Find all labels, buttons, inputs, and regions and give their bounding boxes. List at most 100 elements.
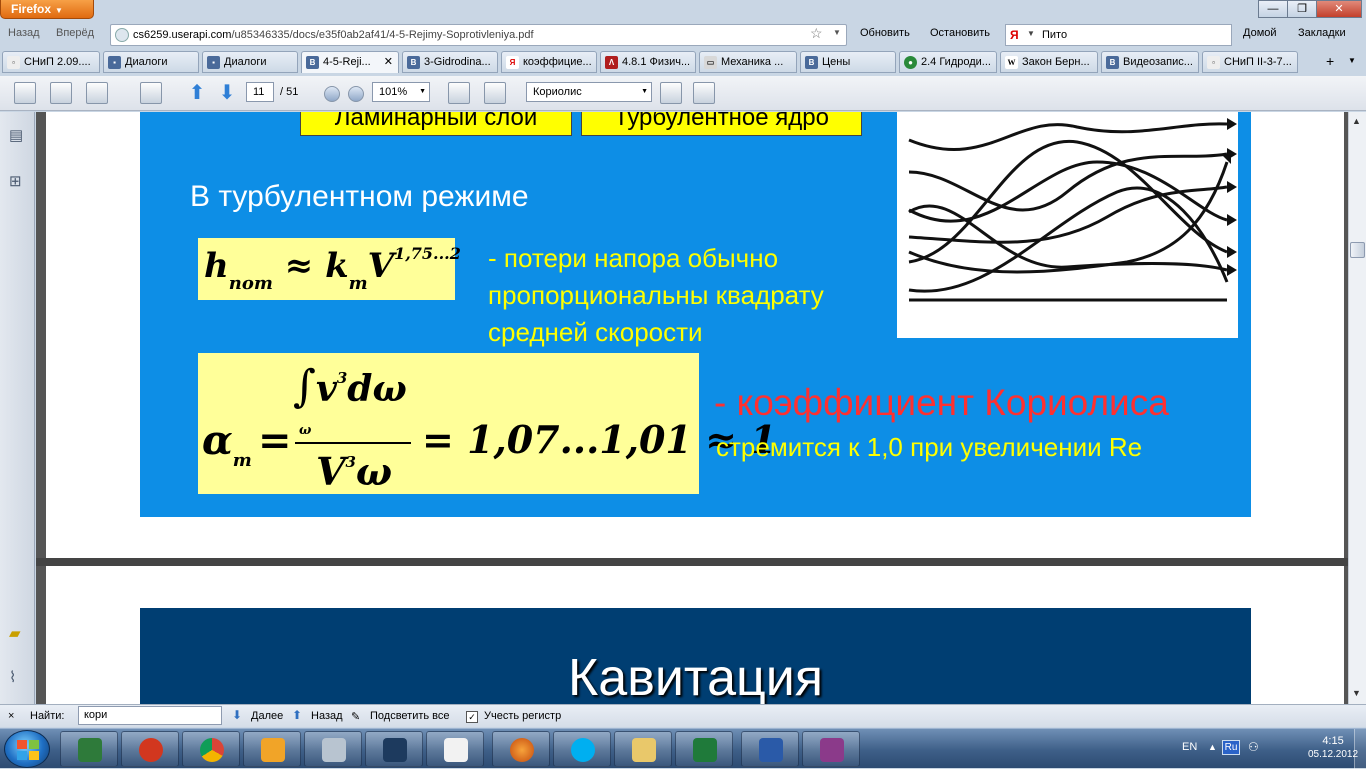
- tab-label: 4.8.1 Физич...: [622, 56, 691, 68]
- match-case-checkbox[interactable]: ✓: [466, 711, 478, 723]
- refresh-button[interactable]: Обновить: [860, 27, 910, 39]
- network-icon[interactable]: ⚇: [1248, 740, 1259, 754]
- excel-icon[interactable]: [675, 731, 733, 767]
- tab-6[interactable]: Якоэффицие...: [501, 51, 597, 73]
- bookmarks-button[interactable]: Закладки: [1298, 27, 1346, 39]
- new-tab-icon[interactable]: +: [1326, 53, 1334, 69]
- word-icon[interactable]: [741, 731, 799, 767]
- show-hidden-icons-icon[interactable]: ▲: [1208, 742, 1217, 752]
- folder-icon[interactable]: [614, 731, 672, 767]
- bookmark-star-icon[interactable]: ☆: [810, 25, 823, 42]
- tab-2[interactable]: ▪ Диалоги: [103, 51, 199, 73]
- tab-11[interactable]: W Закон Берн...: [1000, 51, 1098, 73]
- explorer-icon[interactable]: [60, 731, 118, 767]
- minimize-button[interactable]: —: [1258, 0, 1288, 18]
- clock[interactable]: 4:15 05.12.2012: [1308, 734, 1358, 762]
- tab-label: Закон Берн...: [1022, 56, 1090, 68]
- home-button[interactable]: Домой: [1243, 27, 1277, 39]
- tab-7[interactable]: Λ 4.8.1 Физич...: [600, 51, 696, 73]
- next-page-icon[interactable]: ⬇: [216, 82, 238, 104]
- numerator-domega: dω: [347, 368, 407, 410]
- tab-list-icon[interactable]: ▼: [1348, 56, 1356, 65]
- attachment-icon[interactable]: ⌇: [9, 668, 27, 688]
- language-indicator[interactable]: EN: [1182, 741, 1197, 753]
- highlighter-icon[interactable]: ✎: [351, 710, 360, 723]
- tab-4-active[interactable]: B 4-5-Reji... ✕: [301, 51, 399, 73]
- pdf-find-input[interactable]: Кориолис ▼: [526, 82, 652, 102]
- scroll-thumb[interactable]: [1350, 242, 1365, 258]
- folder-icon: ▭: [704, 56, 717, 69]
- slide-turbulent-regime: Ламинарный слой Турбулентное ядро В турб…: [140, 112, 1251, 517]
- settings-gear-icon[interactable]: [140, 82, 162, 104]
- back-button[interactable]: Назад: [8, 27, 40, 39]
- winrar-icon[interactable]: [802, 731, 860, 767]
- ccleaner-icon[interactable]: [121, 731, 179, 767]
- stop-button[interactable]: Остановить: [930, 27, 990, 39]
- arrow-down-icon[interactable]: ⬇: [232, 708, 242, 722]
- page-number-input[interactable]: 11: [246, 82, 274, 102]
- pages-icon[interactable]: ▤: [9, 126, 27, 146]
- tab-label: СНиП II-3-7...: [1224, 56, 1292, 68]
- fit-page-icon[interactable]: [484, 82, 506, 104]
- save-icon[interactable]: [50, 82, 72, 104]
- find-previous-icon[interactable]: [660, 82, 682, 104]
- find-previous-button[interactable]: Назад: [311, 710, 343, 722]
- chrome-icon[interactable]: [182, 731, 240, 767]
- comments-icon[interactable]: ▰: [9, 624, 27, 644]
- tab-12[interactable]: B Видеозапис...: [1101, 51, 1199, 73]
- tab-8[interactable]: ▭ Механика ...: [699, 51, 797, 73]
- tab-1[interactable]: ▫ СНиП 2.09....: [2, 51, 100, 73]
- previous-page-icon[interactable]: ⬆: [186, 82, 208, 104]
- slide2-title: Кавитация: [567, 649, 824, 704]
- pdf-viewport[interactable]: Ламинарный слой Турбулентное ядро В турб…: [36, 112, 1348, 704]
- highlight-all-button[interactable]: Подсветить все: [370, 710, 450, 722]
- keyboard-layout-icon[interactable]: Ru: [1222, 740, 1240, 755]
- tab-3[interactable]: ▪ Диалоги: [202, 51, 298, 73]
- find-input[interactable]: кори: [78, 706, 222, 725]
- firefox-menu-button[interactable]: Firefox ▼: [0, 0, 94, 19]
- start-button[interactable]: [4, 730, 50, 768]
- zoom-out-icon[interactable]: [324, 86, 340, 102]
- vk-icon: B: [407, 56, 420, 69]
- zoom-in-icon[interactable]: [348, 86, 364, 102]
- search-input[interactable]: Пито: [1042, 29, 1067, 41]
- arrow-up-icon[interactable]: ⬆: [292, 708, 302, 722]
- windows-taskbar: EN ▲ Ru ⚇ 4:15 05.12.2012: [0, 728, 1366, 769]
- binoculars-icon[interactable]: ⊞: [9, 172, 27, 192]
- search-engine-dropdown-icon[interactable]: ▼: [1027, 29, 1035, 38]
- calendar-icon[interactable]: [426, 731, 484, 767]
- find-next-icon[interactable]: [693, 82, 715, 104]
- tab-label: коэффицие...: [523, 56, 592, 68]
- denominator-omega: ω: [355, 449, 393, 494]
- denominator-v: V: [316, 449, 346, 494]
- skype-icon[interactable]: [553, 731, 611, 767]
- media-player-icon[interactable]: [243, 731, 301, 767]
- close-tab-icon[interactable]: ✕: [384, 55, 393, 68]
- find-next-button[interactable]: Далее: [251, 710, 283, 722]
- site-identity-icon[interactable]: [115, 28, 129, 42]
- tab-10[interactable]: ● 2.4 Гидроди...: [899, 51, 997, 73]
- calculator-icon[interactable]: [304, 731, 362, 767]
- show-desktop-button[interactable]: [1354, 729, 1366, 769]
- scroll-down-icon[interactable]: ▼: [1352, 688, 1361, 698]
- system-tray: EN ▲ Ru ⚇ 4:15 05.12.2012: [1166, 729, 1366, 769]
- tab-13[interactable]: ▫ СНиП II-3-7...: [1202, 51, 1298, 73]
- kmplayer-icon[interactable]: [365, 731, 423, 767]
- forward-button[interactable]: Вперёд: [56, 27, 94, 39]
- yandex-icon[interactable]: Я: [1010, 28, 1024, 42]
- url-bar[interactable]: cs6259.userapi.com/u85346335/docs/e35f0a…: [110, 24, 847, 46]
- tab-9[interactable]: B Цены: [800, 51, 896, 73]
- tab-5[interactable]: B 3-Gidrodina...: [402, 51, 498, 73]
- zoom-select[interactable]: 101% ▼: [372, 82, 430, 102]
- print-icon[interactable]: [14, 82, 36, 104]
- fit-width-icon[interactable]: [448, 82, 470, 104]
- url-dropdown-icon[interactable]: ▼: [833, 28, 841, 37]
- maximize-button[interactable]: ❐: [1287, 0, 1317, 18]
- email-icon[interactable]: [86, 82, 108, 104]
- close-findbar-icon[interactable]: ×: [8, 710, 14, 722]
- close-window-button[interactable]: ✕: [1316, 0, 1362, 18]
- vertical-scrollbar[interactable]: ▲ ▼: [1348, 112, 1366, 704]
- search-box[interactable]: Я ▼ Пито: [1005, 24, 1232, 46]
- firefox-icon[interactable]: [492, 731, 550, 767]
- scroll-up-icon[interactable]: ▲: [1352, 116, 1361, 126]
